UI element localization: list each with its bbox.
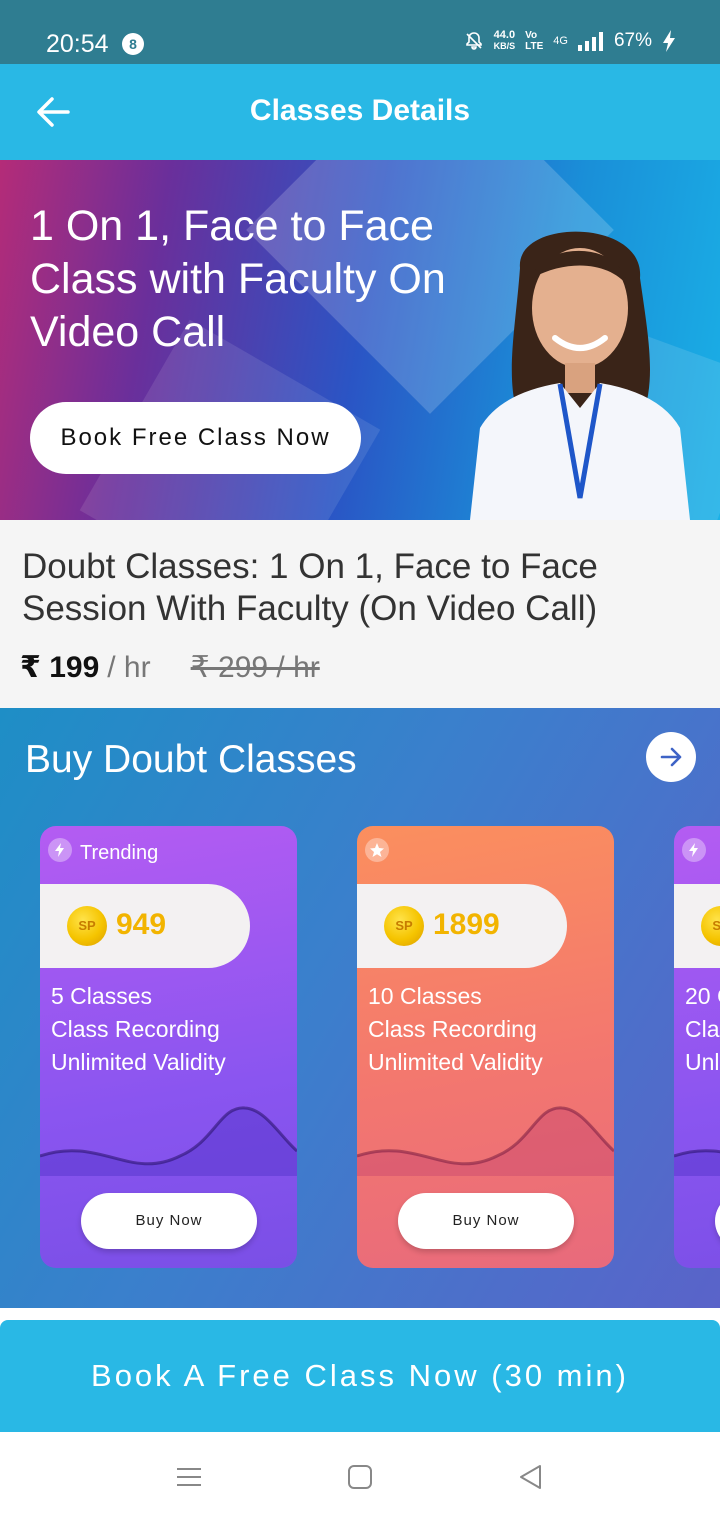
back-triangle-icon[interactable] [516, 1462, 546, 1492]
feature-list: 10 Classes Class Recording Unlimited Val… [368, 980, 543, 1079]
class-title: Doubt Classes: 1 On 1, Face to Face Sess… [22, 547, 598, 628]
feature-list: 20 C Cla Unl [685, 980, 720, 1079]
app-bar: Classes Details [0, 64, 720, 160]
price-row: ₹ 199 / hr ₹ 299 / hr [20, 650, 320, 685]
feature-list: 5 Classes Class Recording Unlimited Vali… [51, 980, 226, 1079]
status-time: 20:54 [46, 30, 109, 58]
network-type: 4G [553, 35, 568, 47]
network-speed: 44.0 KB/S [494, 30, 516, 52]
feature-item: 5 Classes [51, 983, 152, 1009]
menu-icon[interactable] [174, 1462, 204, 1492]
feature-item: Cla [685, 1016, 720, 1042]
wave-decoration [357, 1106, 614, 1176]
lightning-icon [48, 838, 72, 862]
battery-level: 67% [613, 30, 652, 51]
sp-coin-icon: SP [384, 906, 424, 946]
current-price: ₹ 199 [20, 651, 100, 684]
system-nav-bar [0, 1432, 720, 1520]
buy-now-button[interactable]: Buy Now [81, 1193, 257, 1249]
trending-tag: Trending [80, 842, 159, 864]
feature-item: Class Recording [368, 1016, 537, 1042]
section-title: Buy Doubt Classes [25, 738, 357, 781]
points-pill: SP [674, 884, 720, 968]
coin-label: SP [395, 918, 413, 933]
volte-bottom: LTE [525, 41, 544, 52]
package-card[interactable]: SP 20 C Cla Unl [674, 826, 720, 1268]
class-info: Doubt Classes: 1 On 1, Face to Face Sess… [0, 520, 720, 708]
sp-coin-icon: SP [67, 906, 107, 946]
coin-label: SP [78, 918, 96, 933]
feature-item: 20 C [685, 983, 720, 1009]
arrow-right-icon[interactable] [646, 732, 696, 782]
sp-coin-icon: SP [701, 906, 720, 946]
feature-item: Unl [685, 1049, 720, 1075]
coin-label: SP [712, 918, 720, 933]
buy-doubt-classes-section: Buy Doubt Classes Trending SP 949 5 Clas… [0, 708, 720, 1308]
points-pill: SP 949 [40, 884, 250, 968]
home-square-icon[interactable] [345, 1462, 375, 1492]
network-speed-unit: KB/S [493, 41, 516, 51]
book-free-class-button[interactable]: Book Free Class Now [30, 402, 361, 474]
page-title: Classes Details [249, 94, 471, 127]
volte-indicator: Vo LTE [525, 30, 543, 52]
faculty-photo [470, 231, 690, 520]
package-card[interactable]: SP 1899 10 Classes Class Recording Unlim… [357, 826, 614, 1268]
book-free-class-cta-button[interactable]: Book A Free Class Now (30 min) [0, 1320, 720, 1432]
hero-title: 1 On 1, Face to Face Class with Faculty … [30, 202, 446, 356]
screen: 20:54 8 44.0 KB/S Vo LTE 4G 67% Classes … [0, 0, 720, 1520]
points-value: 1899 [433, 908, 500, 941]
wave-decoration [40, 1106, 297, 1176]
buy-now-button[interactable]: Buy Now [398, 1193, 574, 1249]
signal-icon [577, 31, 604, 51]
hero-banner: 1 On 1, Face to Face Class with Faculty … [0, 160, 720, 520]
lightning-icon [682, 838, 706, 862]
bell-muted-icon [464, 31, 484, 51]
status-icons: 44.0 KB/S Vo LTE 4G 67% [464, 30, 676, 52]
original-price: ₹ 299 / hr [190, 651, 320, 684]
price-unit: / hr [107, 651, 151, 684]
volte-top: Vo [525, 30, 538, 41]
feature-item: Unlimited Validity [368, 1049, 543, 1075]
feature-item: Class Recording [51, 1016, 220, 1042]
feature-item: 10 Classes [368, 983, 482, 1009]
notification-count-badge: 8 [122, 33, 144, 55]
feature-item: Unlimited Validity [51, 1049, 226, 1075]
status-bar: 20:54 8 44.0 KB/S Vo LTE 4G 67% [0, 0, 720, 64]
points-value: 949 [116, 908, 167, 941]
points-pill: SP 1899 [357, 884, 567, 968]
package-card[interactable]: Trending SP 949 5 Classes Class Recordin… [40, 826, 297, 1268]
network-speed-value: 44.0 [493, 29, 516, 41]
star-icon [365, 838, 389, 862]
buy-now-button[interactable] [715, 1193, 720, 1249]
wave-decoration [674, 1149, 720, 1176]
charging-icon [662, 30, 676, 52]
